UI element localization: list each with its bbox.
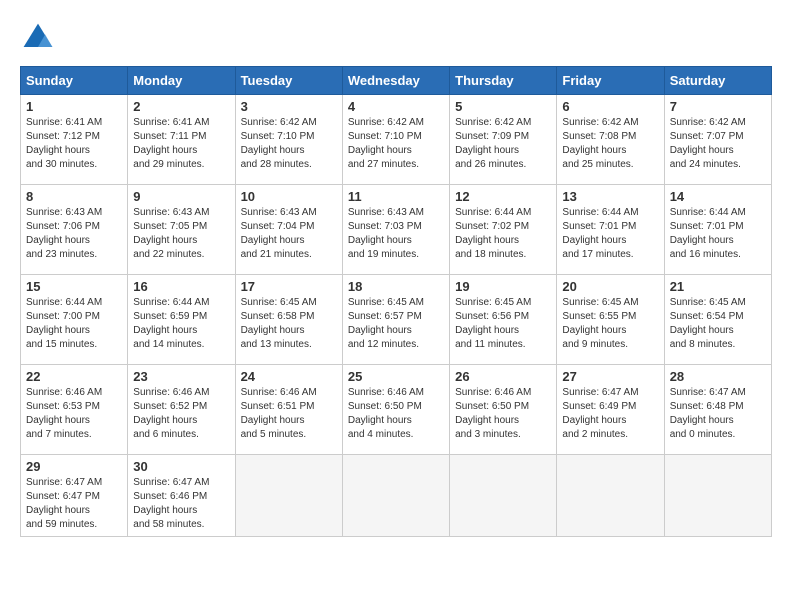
calendar-header: SundayMondayTuesdayWednesdayThursdayFrid… <box>21 67 772 95</box>
calendar-cell: 24Sunrise: 6:46 AMSunset: 6:51 PMDayligh… <box>235 365 342 455</box>
weekday-header: Sunday <box>21 67 128 95</box>
calendar-cell: 12Sunrise: 6:44 AMSunset: 7:02 PMDayligh… <box>450 185 557 275</box>
weekday-header: Saturday <box>664 67 771 95</box>
calendar-cell: 26Sunrise: 6:46 AMSunset: 6:50 PMDayligh… <box>450 365 557 455</box>
calendar-cell: 1Sunrise: 6:41 AMSunset: 7:12 PMDaylight… <box>21 95 128 185</box>
weekday-header: Monday <box>128 67 235 95</box>
logo <box>20 20 62 56</box>
calendar-cell: 6Sunrise: 6:42 AMSunset: 7:08 PMDaylight… <box>557 95 664 185</box>
page-header <box>20 20 772 56</box>
calendar-row: 1Sunrise: 6:41 AMSunset: 7:12 PMDaylight… <box>21 95 772 185</box>
calendar-cell: 27Sunrise: 6:47 AMSunset: 6:49 PMDayligh… <box>557 365 664 455</box>
logo-icon <box>20 20 56 56</box>
calendar-cell: 15Sunrise: 6:44 AMSunset: 7:00 PMDayligh… <box>21 275 128 365</box>
calendar-cell: 7Sunrise: 6:42 AMSunset: 7:07 PMDaylight… <box>664 95 771 185</box>
weekday-header: Thursday <box>450 67 557 95</box>
calendar-cell: 21Sunrise: 6:45 AMSunset: 6:54 PMDayligh… <box>664 275 771 365</box>
calendar-cell <box>342 455 449 537</box>
calendar-cell <box>450 455 557 537</box>
calendar-cell: 13Sunrise: 6:44 AMSunset: 7:01 PMDayligh… <box>557 185 664 275</box>
calendar-table: SundayMondayTuesdayWednesdayThursdayFrid… <box>20 66 772 537</box>
calendar-cell: 16Sunrise: 6:44 AMSunset: 6:59 PMDayligh… <box>128 275 235 365</box>
calendar-cell <box>664 455 771 537</box>
calendar-cell: 5Sunrise: 6:42 AMSunset: 7:09 PMDaylight… <box>450 95 557 185</box>
calendar-row: 15Sunrise: 6:44 AMSunset: 7:00 PMDayligh… <box>21 275 772 365</box>
calendar-cell: 10Sunrise: 6:43 AMSunset: 7:04 PMDayligh… <box>235 185 342 275</box>
weekday-header: Friday <box>557 67 664 95</box>
calendar-row: 29Sunrise: 6:47 AMSunset: 6:47 PMDayligh… <box>21 455 772 537</box>
calendar-row: 22Sunrise: 6:46 AMSunset: 6:53 PMDayligh… <box>21 365 772 455</box>
weekday-header: Tuesday <box>235 67 342 95</box>
calendar-cell: 3Sunrise: 6:42 AMSunset: 7:10 PMDaylight… <box>235 95 342 185</box>
calendar-row: 8Sunrise: 6:43 AMSunset: 7:06 PMDaylight… <box>21 185 772 275</box>
calendar-cell <box>235 455 342 537</box>
calendar-cell: 30Sunrise: 6:47 AMSunset: 6:46 PMDayligh… <box>128 455 235 537</box>
calendar-cell: 17Sunrise: 6:45 AMSunset: 6:58 PMDayligh… <box>235 275 342 365</box>
calendar-cell: 23Sunrise: 6:46 AMSunset: 6:52 PMDayligh… <box>128 365 235 455</box>
calendar-cell: 22Sunrise: 6:46 AMSunset: 6:53 PMDayligh… <box>21 365 128 455</box>
calendar-cell: 14Sunrise: 6:44 AMSunset: 7:01 PMDayligh… <box>664 185 771 275</box>
calendar-cell: 4Sunrise: 6:42 AMSunset: 7:10 PMDaylight… <box>342 95 449 185</box>
calendar-cell: 9Sunrise: 6:43 AMSunset: 7:05 PMDaylight… <box>128 185 235 275</box>
calendar-cell: 8Sunrise: 6:43 AMSunset: 7:06 PMDaylight… <box>21 185 128 275</box>
weekday-header: Wednesday <box>342 67 449 95</box>
calendar-cell <box>557 455 664 537</box>
calendar-cell: 19Sunrise: 6:45 AMSunset: 6:56 PMDayligh… <box>450 275 557 365</box>
calendar-cell: 28Sunrise: 6:47 AMSunset: 6:48 PMDayligh… <box>664 365 771 455</box>
calendar-cell: 20Sunrise: 6:45 AMSunset: 6:55 PMDayligh… <box>557 275 664 365</box>
calendar-cell: 25Sunrise: 6:46 AMSunset: 6:50 PMDayligh… <box>342 365 449 455</box>
calendar-cell: 2Sunrise: 6:41 AMSunset: 7:11 PMDaylight… <box>128 95 235 185</box>
calendar-cell: 11Sunrise: 6:43 AMSunset: 7:03 PMDayligh… <box>342 185 449 275</box>
calendar-cell: 18Sunrise: 6:45 AMSunset: 6:57 PMDayligh… <box>342 275 449 365</box>
calendar-cell: 29Sunrise: 6:47 AMSunset: 6:47 PMDayligh… <box>21 455 128 537</box>
